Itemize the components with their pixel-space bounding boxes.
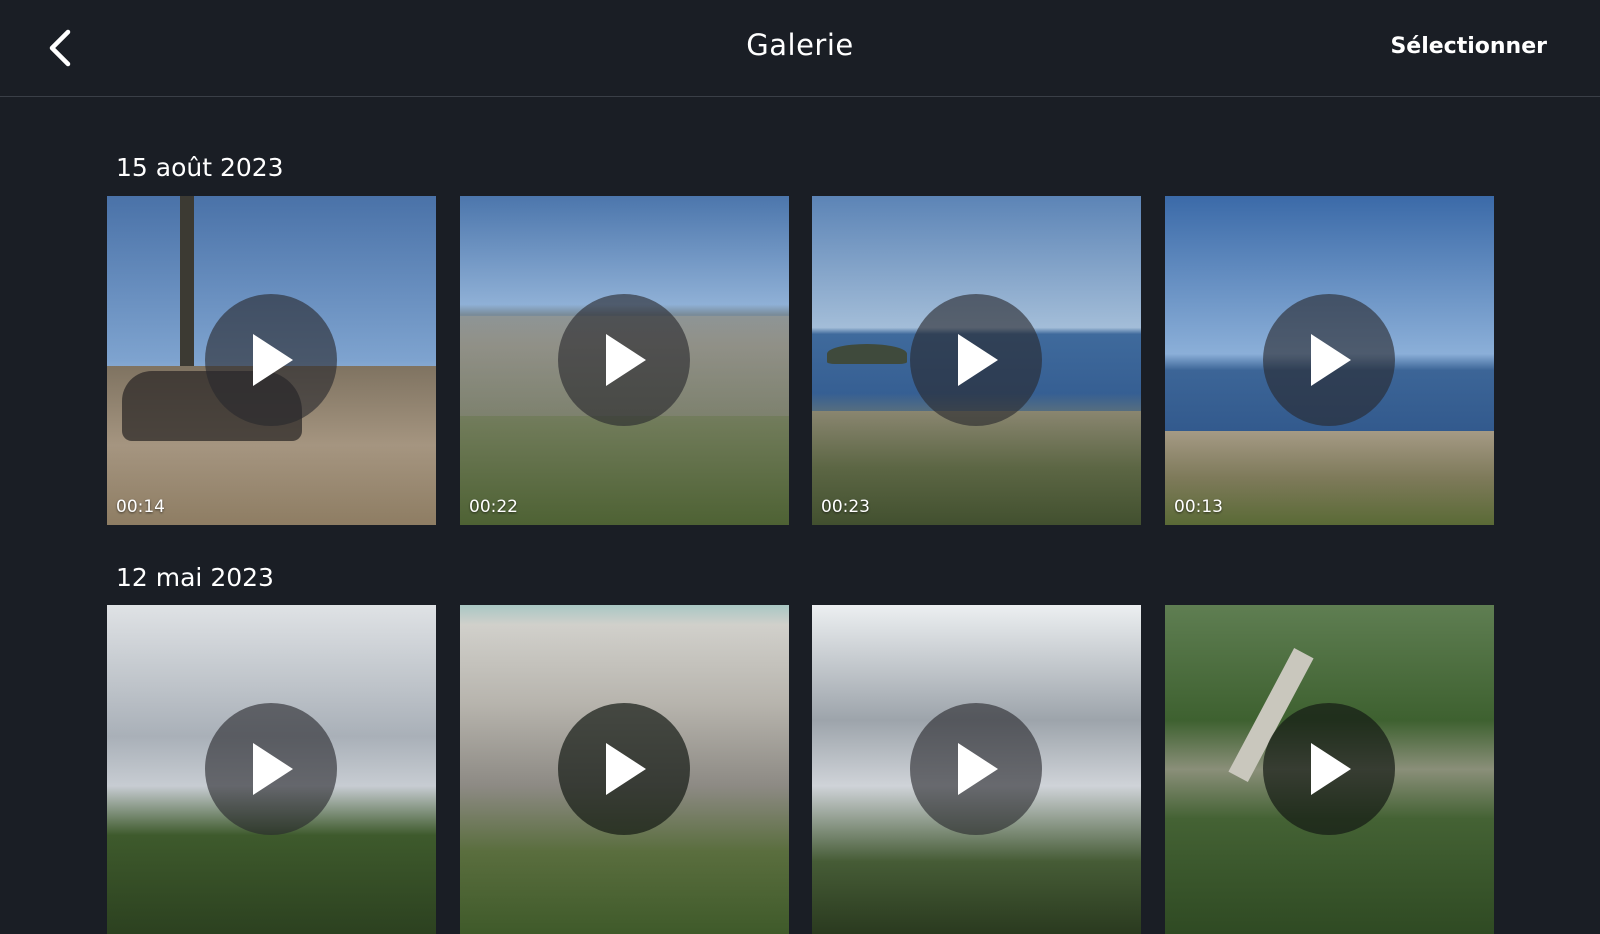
play-button[interactable] <box>205 294 337 426</box>
play-button[interactable] <box>1263 294 1395 426</box>
top-bar: Galerie Sélectionner <box>0 0 1600 97</box>
play-icon <box>606 743 646 795</box>
play-icon <box>958 743 998 795</box>
video-duration: 00:13 <box>1174 497 1223 517</box>
play-icon <box>606 334 646 386</box>
video-thumbnail[interactable]: 00:23 <box>812 196 1141 525</box>
video-thumbnail[interactable]: 00:14 <box>107 196 436 525</box>
section-date-label: 12 mai 2023 <box>116 563 274 592</box>
play-button[interactable] <box>558 294 690 426</box>
video-duration: 00:23 <box>821 497 870 517</box>
video-thumbnail[interactable] <box>107 605 436 934</box>
video-thumbnail[interactable]: 00:22 <box>460 196 789 525</box>
video-duration: 00:22 <box>469 497 518 517</box>
play-button[interactable] <box>205 703 337 835</box>
play-button[interactable] <box>558 703 690 835</box>
page-title: Galerie <box>746 28 854 62</box>
play-icon <box>1311 334 1351 386</box>
section-date-label: 15 août 2023 <box>116 153 284 182</box>
video-thumbnail[interactable] <box>1165 605 1494 934</box>
video-duration: 00:14 <box>116 497 165 517</box>
video-thumbnail[interactable] <box>460 605 789 934</box>
play-button[interactable] <box>910 294 1042 426</box>
play-icon <box>253 743 293 795</box>
play-icon <box>1311 743 1351 795</box>
play-button[interactable] <box>1263 703 1395 835</box>
play-icon <box>253 334 293 386</box>
play-button[interactable] <box>910 703 1042 835</box>
select-button[interactable]: Sélectionner <box>1390 34 1547 59</box>
video-thumbnail[interactable]: 00:13 <box>1165 196 1494 525</box>
play-icon <box>958 334 998 386</box>
video-thumbnail[interactable] <box>812 605 1141 934</box>
